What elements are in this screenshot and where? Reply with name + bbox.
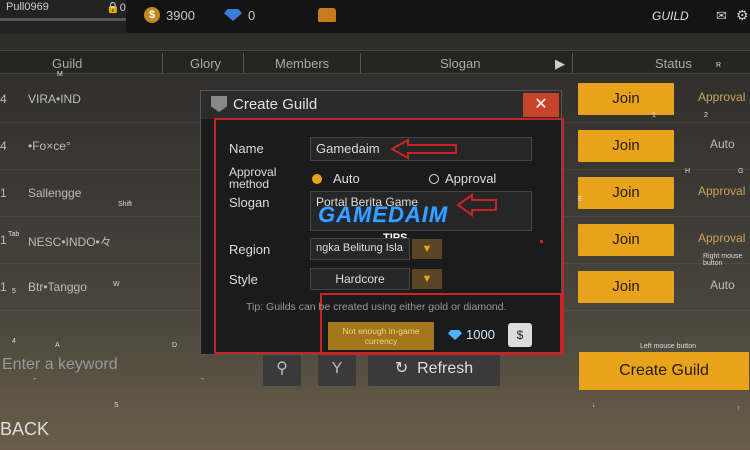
dialog-title: Create Guild [233, 96, 318, 113]
chevron-down-icon[interactable]: ▼ [412, 239, 442, 259]
col-guild: Guild [52, 56, 83, 71]
key-hint-1: 1 [652, 112, 656, 119]
key-hint-lmb: Left mouse button [640, 343, 697, 350]
guild-name: Btr•Tanggo [28, 280, 87, 294]
guild-rank: 4 [0, 92, 7, 106]
region-label: Region [229, 242, 271, 257]
red-marker [540, 240, 543, 243]
not-enough-currency-button[interactable]: Not enough in-game currency [328, 322, 434, 350]
join-button[interactable]: Join [578, 130, 674, 162]
radio-auto[interactable] [312, 174, 322, 184]
play-icon[interactable]: ▶ [555, 56, 565, 72]
diamond-cost: 1000 [466, 327, 495, 342]
tip-text: Tip: Guilds can be created using either … [246, 301, 507, 313]
guild-rank: 4 [0, 139, 7, 153]
chevron-down-icon[interactable]: ▼ [412, 269, 442, 289]
key-hint-w: W [113, 281, 120, 288]
key-hint-m: M [57, 71, 63, 78]
col-members: Members [275, 56, 330, 71]
col-status: Status [655, 56, 692, 71]
key-hint-5: 5 [12, 288, 16, 295]
style-select[interactable]: Hardcore [310, 268, 410, 290]
key-hint-d: D [172, 342, 178, 349]
key-hint-4: 4 [12, 338, 16, 345]
radio-auto-label: Auto [333, 171, 360, 186]
gear-icon[interactable]: ⚙ [736, 7, 749, 24]
join-button[interactable]: Join [578, 83, 674, 115]
chest-icon[interactable] [318, 8, 336, 22]
diamond-icon [224, 9, 242, 21]
approval-method-label: Approval method [229, 165, 277, 191]
player-card[interactable]: Pull0969 🔒0 [0, 0, 126, 34]
section-title: GUILD [652, 9, 689, 23]
create-guild-button[interactable]: Create Guild [579, 352, 749, 390]
lock-icon: 🔒0 [106, 2, 126, 14]
guild-name: Sallengge [28, 186, 82, 200]
exp-bar [0, 18, 126, 21]
slogan-label: Slogan [229, 195, 270, 210]
search-input[interactable]: Enter a keyword [0, 356, 250, 386]
player-name: Pull0969 [6, 1, 49, 13]
gamedaim-watermark: GAMEDAIM [318, 202, 449, 227]
key-hint-r: R [716, 62, 722, 69]
status-text: Auto [710, 278, 735, 292]
key-hint-rmb: Right mouse button [703, 253, 743, 267]
guild-name: VIRA•IND [28, 92, 81, 106]
guild-rank: 1 [0, 280, 7, 294]
currency-swap-icon[interactable]: $ [508, 323, 532, 347]
filter-icon[interactable]: Υ [318, 352, 356, 386]
radio-approval[interactable] [429, 174, 439, 184]
guild-name: NESC•INDO•々 [28, 235, 112, 249]
key-hint-2: 2 [704, 112, 708, 119]
key-hint-s: S [114, 402, 119, 409]
status-text: Auto [710, 137, 735, 151]
key-hint-arrow-down: ↓ [592, 402, 596, 409]
back-button[interactable]: BACK [0, 419, 49, 440]
name-label: Name [229, 141, 264, 156]
key-hint-h: H [685, 168, 691, 175]
player-level: 0 [119, 2, 126, 14]
refresh-button[interactable]: ↻ Refresh [368, 352, 500, 386]
key-hint-g: G [738, 168, 744, 175]
arrow-annotation-slogan [456, 193, 497, 217]
arrow-annotation [390, 138, 457, 160]
status-text: Approval [698, 90, 746, 104]
guild-rank: 1 [0, 186, 7, 200]
gold-coin-icon: $ [144, 7, 160, 23]
col-glory: Glory [190, 56, 222, 71]
region-select[interactable]: ngka Belitung Isla [310, 238, 410, 260]
guild-rank: 1 [0, 233, 7, 247]
key-hint-e: E [578, 196, 583, 203]
search-icon[interactable]: ⚲ [263, 352, 301, 386]
join-button[interactable]: Join [578, 177, 674, 209]
shield-icon [211, 96, 227, 112]
diamond-amount: 0 [248, 8, 256, 23]
style-label: Style [229, 272, 258, 287]
refresh-icon: ↻ [394, 360, 418, 377]
close-button[interactable]: ✕ [523, 93, 559, 117]
guild-list-header: Guild Glory Members Slogan ▶ Status [0, 50, 750, 74]
dialog-title-bar: Create Guild ✕ [201, 91, 561, 119]
radio-approval-label: Approval [445, 171, 497, 186]
key-hint-shift: Shift [118, 201, 133, 208]
col-slogan: Slogan [440, 56, 481, 71]
join-button[interactable]: Join [578, 271, 674, 303]
status-text: Approval [698, 231, 746, 245]
key-hint-a: A [55, 342, 60, 349]
top-bar: Pull0969 🔒0 $ 3900 0 GUILD ✉ ⚙ [0, 0, 750, 34]
key-hint-tab: Tab [8, 231, 20, 238]
join-button[interactable]: Join [578, 224, 674, 256]
status-text: Approval [698, 184, 746, 198]
mail-icon[interactable]: ✉ [716, 8, 727, 24]
refresh-label: Refresh [417, 360, 474, 377]
guild-name: •Fo×ce° [28, 139, 71, 153]
gold-amount: 3900 [166, 8, 195, 23]
key-hint-arrow-up: ↑ [737, 405, 741, 412]
